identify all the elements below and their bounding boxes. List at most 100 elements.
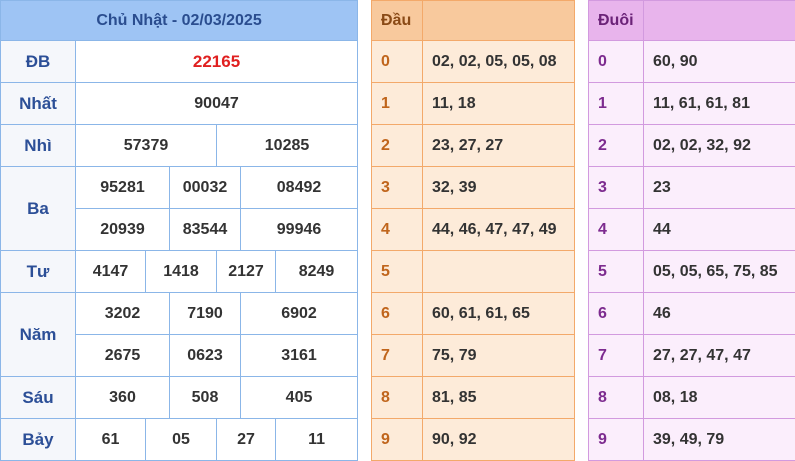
prize-label: Nhất	[0, 82, 76, 125]
dau-row: 9 90, 92	[371, 418, 575, 461]
prize-number: 6902	[239, 292, 359, 335]
duoi-digit: 4	[588, 208, 644, 251]
duoi-row: 5 05, 05, 65, 75, 85	[588, 250, 795, 293]
prize-number: 10285	[215, 124, 359, 167]
prize-number: 27	[216, 418, 276, 461]
results-date-title: Chủ Nhật - 02/03/2025	[0, 0, 359, 41]
prize-number: 95281	[75, 166, 170, 209]
prize-label: Năm	[0, 292, 76, 377]
prize-row-nhi: Nhì 57379 10285	[0, 124, 359, 167]
duoi-header: Đuôi	[588, 0, 644, 41]
prize-label: ĐB	[0, 40, 76, 83]
prize-number: 00032	[169, 166, 241, 209]
dau-values: 02, 02, 05, 05, 08	[422, 40, 575, 83]
dau-values: 75, 79	[422, 334, 575, 377]
prize-row-ba: Ba 95281 00032 08492	[0, 166, 359, 251]
duoi-values: 44	[643, 208, 795, 251]
dau-values: 90, 92	[422, 418, 575, 461]
prize-number: 20939	[75, 208, 170, 251]
dau-row: 6 60, 61, 61, 65	[371, 292, 575, 335]
dau-row: 4 44, 46, 47, 47, 49	[371, 208, 575, 251]
prize-number: 2127	[216, 250, 276, 293]
dau-values: 23, 27, 27	[422, 124, 575, 167]
prize-label: Nhì	[0, 124, 76, 167]
duoi-row: 9 39, 49, 79	[588, 418, 795, 461]
prize-number: 1418	[145, 250, 217, 293]
dau-values: 60, 61, 61, 65	[422, 292, 575, 335]
prize-row-nam: Năm 3202 7190 6902	[0, 292, 359, 377]
dau-digit: 4	[371, 208, 423, 251]
prize-label: Bảy	[0, 418, 76, 461]
prize-row-db: ĐB 22165	[0, 40, 359, 83]
dau-values: 81, 85	[422, 376, 575, 419]
duoi-values: 60, 90	[643, 40, 795, 83]
prize-number: 99946	[239, 208, 359, 251]
prize-number-special: 22165	[74, 40, 359, 83]
duoi-row: 8 08, 18	[588, 376, 795, 419]
prize-number: 2675	[75, 334, 170, 377]
duoi-row: 3 23	[588, 166, 795, 209]
dau-row: 1 11, 18	[371, 82, 575, 125]
duoi-digit: 9	[588, 418, 644, 461]
dau-digit: 5	[371, 250, 423, 293]
duoi-values: 23	[643, 166, 795, 209]
duoi-table: Đuôi 0 60, 90 1 11, 61, 61, 81 2 02, 02, 32, …	[588, 0, 795, 461]
prize-row-nhat: Nhất 90047	[0, 82, 359, 125]
duoi-row: 2 02, 02, 32, 92	[588, 124, 795, 167]
dau-digit: 2	[371, 124, 423, 167]
prize-number: 08492	[239, 166, 359, 209]
duoi-digit: 8	[588, 376, 644, 419]
dau-digit: 0	[371, 40, 423, 83]
prize-number: 508	[169, 376, 241, 419]
dau-row: 3 32, 39	[371, 166, 575, 209]
prize-row-sau: Sáu 360 508 405	[0, 376, 359, 419]
prize-number: 11	[274, 418, 359, 461]
dau-values: 32, 39	[422, 166, 575, 209]
prize-row-tu: Tư 4147 1418 2127 8249	[0, 250, 359, 293]
dau-digit: 3	[371, 166, 423, 209]
dau-row: 8 81, 85	[371, 376, 575, 419]
duoi-row: 0 60, 90	[588, 40, 795, 83]
dau-digit: 1	[371, 82, 423, 125]
results-table: Chủ Nhật - 02/03/2025 ĐB 22165 Nhất 9004…	[0, 0, 359, 461]
prize-number: 405	[239, 376, 359, 419]
dau-row: 2 23, 27, 27	[371, 124, 575, 167]
duoi-values: 02, 02, 32, 92	[643, 124, 795, 167]
duoi-row: 1 11, 61, 61, 81	[588, 82, 795, 125]
dau-values: 44, 46, 47, 47, 49	[422, 208, 575, 251]
prize-label: Tư	[0, 250, 76, 293]
duoi-digit: 6	[588, 292, 644, 335]
prize-number: 4147	[75, 250, 146, 293]
duoi-values: 05, 05, 65, 75, 85	[643, 250, 795, 293]
dau-values: 11, 18	[422, 82, 575, 125]
prize-number: 90047	[74, 82, 359, 125]
duoi-values: 11, 61, 61, 81	[643, 82, 795, 125]
prize-number: 57379	[75, 124, 217, 167]
duoi-digit: 7	[588, 334, 644, 377]
duoi-values: 46	[643, 292, 795, 335]
dau-digit: 6	[371, 292, 423, 335]
duoi-digit: 5	[588, 250, 644, 293]
dau-table: Đầu 0 02, 02, 05, 05, 08 1 11, 18 2 23, 27, 2…	[371, 0, 575, 461]
duoi-values: 27, 27, 47, 47	[643, 334, 795, 377]
duoi-values: 08, 18	[643, 376, 795, 419]
prize-number: 83544	[169, 208, 241, 251]
prize-label: Ba	[0, 166, 76, 251]
prize-number: 3161	[239, 334, 359, 377]
dau-digit: 7	[371, 334, 423, 377]
duoi-values: 39, 49, 79	[643, 418, 795, 461]
dau-values	[422, 250, 575, 293]
prize-number: 360	[75, 376, 170, 419]
prize-number: 8249	[274, 250, 359, 293]
duoi-digit: 3	[588, 166, 644, 209]
prize-number: 3202	[75, 292, 170, 335]
dau-header: Đầu	[371, 0, 423, 41]
duoi-row: 4 44	[588, 208, 795, 251]
prize-number: 05	[145, 418, 217, 461]
prize-row-bay: Bảy 61 05 27 11	[0, 418, 359, 461]
dau-header-blank	[422, 0, 575, 41]
duoi-row: 6 46	[588, 292, 795, 335]
prize-number: 61	[75, 418, 146, 461]
dau-digit: 9	[371, 418, 423, 461]
prize-number: 7190	[169, 292, 241, 335]
